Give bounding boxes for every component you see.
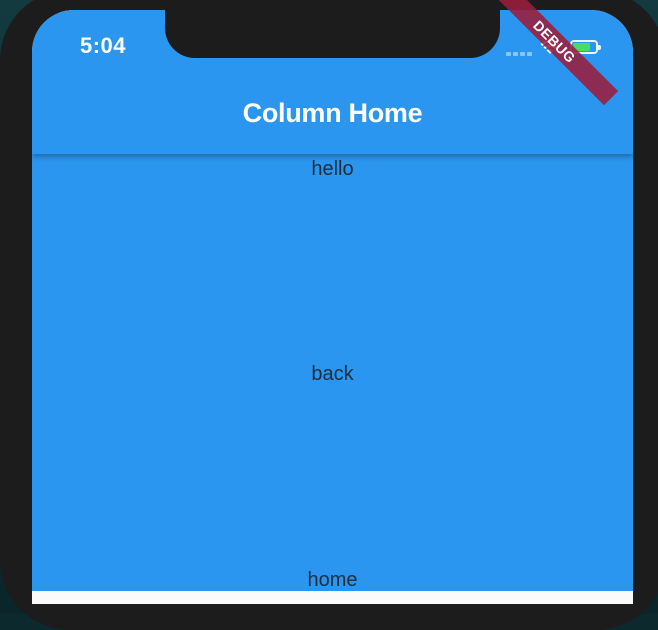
column-item-hello: hello <box>311 158 354 180</box>
column-item-back: back <box>311 363 354 385</box>
cellular-signal-icon <box>506 50 534 56</box>
phone-frame: 5:04 Column Home hello back home DEBUG <box>0 0 658 630</box>
device-notch <box>165 10 500 58</box>
column-item-home: home <box>307 569 358 591</box>
column-body: hello back home <box>32 154 633 591</box>
phone-screen: 5:04 Column Home hello back home <box>32 10 633 604</box>
app-bar-title: Column Home <box>242 98 423 128</box>
bottom-surface <box>32 591 633 604</box>
status-time: 5:04 <box>80 33 127 58</box>
